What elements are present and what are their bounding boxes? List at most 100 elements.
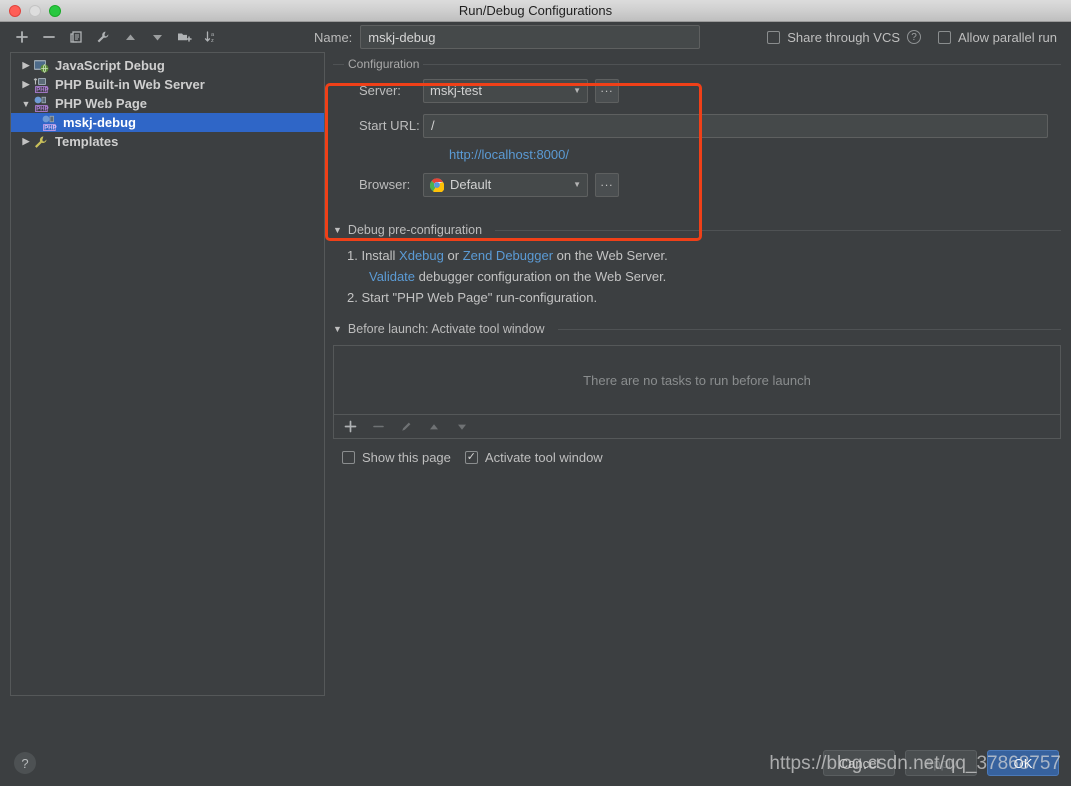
before-launch-task-list[interactable]: There are no tasks to run before launch xyxy=(333,345,1061,415)
server-label: Server: xyxy=(359,83,401,98)
dialog-body: ▶ JavaScript Debug ▶ PHP PHP Built-in We… xyxy=(0,52,1071,740)
configuration-form: Server: mskj-test ▼ ... Start URL: http:… xyxy=(333,58,1061,209)
show-this-page-checkbox[interactable] xyxy=(342,451,355,464)
chevron-down-icon[interactable]: ▼ xyxy=(573,86,581,95)
step1-middle: or xyxy=(447,248,460,263)
step1-suffix: on the Web Server. xyxy=(556,248,668,263)
browser-label: Browser: xyxy=(359,177,411,192)
browser-value: Default xyxy=(450,177,492,192)
cancel-button[interactable]: Cancel xyxy=(823,750,895,776)
activate-tool-window-row[interactable]: Activate tool window xyxy=(464,450,603,465)
start-url-input[interactable] xyxy=(423,113,1048,138)
resolved-url-row: http://localhost:8000/ xyxy=(333,146,1061,164)
move-task-up-icon[interactable] xyxy=(427,421,441,433)
help-button[interactable]: ? xyxy=(14,752,36,774)
edit-templates-wrench-icon[interactable] xyxy=(95,29,111,45)
footer-buttons: Cancel Apply OK xyxy=(823,750,1059,776)
php-web-page-icon: PHP xyxy=(41,115,58,131)
dialog-footer: ? Cancel Apply OK xyxy=(0,740,1071,786)
configuration-name-row: Name: xyxy=(314,25,701,49)
configurations-sidebar: ▶ JavaScript Debug ▶ PHP PHP Built-in We… xyxy=(10,52,325,696)
apply-button[interactable]: Apply xyxy=(905,750,977,776)
sidebar-item-javascript-debug[interactable]: ▶ JavaScript Debug xyxy=(11,56,324,75)
share-through-vcs-checkbox[interactable] xyxy=(767,30,781,44)
debug-step-1-validate: Validate debugger configuration on the W… xyxy=(347,267,1061,287)
before-launch-header[interactable]: ▼ Before launch: Activate tool window xyxy=(333,322,1061,336)
show-this-page-row[interactable]: Show this page xyxy=(342,450,451,465)
sidebar-item-label: mskj-debug xyxy=(63,115,136,130)
activate-tool-window-checkbox[interactable] xyxy=(464,451,478,464)
debug-pre-configuration-header[interactable]: ▼ Debug pre-configuration xyxy=(333,223,1061,237)
resolved-url-link[interactable]: http://localhost:8000/ xyxy=(449,147,569,162)
collapse-arrow-icon[interactable]: ▼ xyxy=(333,225,342,235)
sidebar-item-mskj-debug[interactable]: PHP mskj-debug xyxy=(11,113,324,132)
edit-task-icon[interactable] xyxy=(399,420,413,433)
share-help-icon[interactable]: ? xyxy=(907,30,921,44)
svg-text:PHP: PHP xyxy=(36,106,48,111)
expand-arrow-icon[interactable]: ▶ xyxy=(19,60,33,71)
add-task-icon[interactable] xyxy=(343,420,357,433)
window-titlebar: Run/Debug Configurations xyxy=(0,0,1071,22)
sidebar-item-php-builtin-web-server[interactable]: ▶ PHP PHP Built-in Web Server xyxy=(11,75,324,94)
sidebar-item-label: JavaScript Debug xyxy=(55,58,165,73)
remove-icon[interactable] xyxy=(41,29,57,45)
run-debug-configurations-window: Run/Debug Configurations a z Name: mskj-… xyxy=(0,0,1071,786)
expand-arrow-icon[interactable]: ▶ xyxy=(19,136,33,147)
move-task-down-icon[interactable] xyxy=(455,421,469,433)
zoom-window-icon[interactable] xyxy=(49,4,61,17)
server-select[interactable]: mskj-test ▼ xyxy=(423,78,588,103)
server-browse-button[interactable]: ... xyxy=(595,78,619,103)
chrome-icon xyxy=(429,177,445,193)
share-through-vcs-row[interactable]: Share through VCS ? xyxy=(767,30,921,45)
configurations-toolbar: az xyxy=(14,29,314,45)
activate-tool-window-label: Activate tool window xyxy=(484,450,603,465)
zend-debugger-link[interactable]: Zend Debugger xyxy=(463,248,553,263)
configuration-panel: Configuration Server: mskj-test ▼ ... St… xyxy=(325,52,1061,740)
sidebar-item-templates[interactable]: ▶ Templates xyxy=(11,132,324,151)
chevron-down-icon[interactable]: ▼ xyxy=(573,180,581,189)
browser-row: Browser: Default ▼ ... xyxy=(333,172,1061,197)
debug-pre-configuration-section: ▼ Debug pre-configuration 1. Install Xde… xyxy=(333,223,1061,308)
group-divider xyxy=(333,64,1061,65)
expand-arrow-icon[interactable]: ▶ xyxy=(19,79,33,90)
sidebar-item-label: Templates xyxy=(55,134,119,149)
before-launch-section: ▼ Before launch: Activate tool window Th… xyxy=(333,322,1061,465)
move-down-icon[interactable] xyxy=(149,29,165,45)
debug-step-1: 1. Install Xdebug or Zend Debugger on th… xyxy=(347,246,1061,266)
before-launch-options: Show this page Activate tool window xyxy=(333,450,1061,465)
close-window-icon[interactable] xyxy=(9,4,21,17)
browser-select[interactable]: Default ▼ xyxy=(423,172,588,197)
step1-prefix: 1. Install xyxy=(347,248,396,263)
name-label: Name: xyxy=(314,29,353,45)
allow-parallel-run-row[interactable]: Allow parallel run xyxy=(938,30,1057,45)
sidebar-item-label: PHP Built-in Web Server xyxy=(55,77,205,92)
php-builtin-server-icon: PHP xyxy=(33,77,50,93)
name-input[interactable] xyxy=(360,25,701,49)
allow-parallel-run-checkbox[interactable] xyxy=(938,30,951,44)
svg-text:PHP: PHP xyxy=(44,125,56,130)
remove-task-icon[interactable] xyxy=(371,420,385,433)
window-traffic-lights xyxy=(0,4,61,17)
move-up-icon[interactable] xyxy=(122,29,138,45)
configurations-tree: ▶ JavaScript Debug ▶ PHP PHP Built-in We… xyxy=(11,53,324,151)
php-web-page-icon: PHP xyxy=(33,96,50,112)
server-value: mskj-test xyxy=(430,83,482,98)
xdebug-link[interactable]: Xdebug xyxy=(399,248,444,263)
ok-button[interactable]: OK xyxy=(987,750,1059,776)
sort-alphabetically-icon[interactable]: az xyxy=(203,29,219,45)
collapse-arrow-icon[interactable]: ▼ xyxy=(333,324,342,334)
debug-pre-configuration-title: Debug pre-configuration xyxy=(347,223,483,237)
copy-icon[interactable] xyxy=(68,29,84,45)
validate-link[interactable]: Validate xyxy=(369,269,415,284)
sidebar-item-php-web-page[interactable]: ▼ PHP PHP Web Page xyxy=(11,94,324,113)
collapse-arrow-icon[interactable]: ▼ xyxy=(19,99,33,109)
debug-step-2: 2. Start "PHP Web Page" run-configuratio… xyxy=(347,290,598,305)
add-icon[interactable] xyxy=(14,29,30,45)
browser-browse-button[interactable]: ... xyxy=(595,172,619,197)
new-folder-icon[interactable] xyxy=(176,29,192,45)
debug-pre-configuration-steps: 1. Install Xdebug or Zend Debugger on th… xyxy=(333,237,1061,308)
server-row: Server: mskj-test ▼ ... xyxy=(333,78,1061,103)
start-url-row: Start URL: xyxy=(333,113,1061,138)
minimize-window-icon[interactable] xyxy=(29,4,41,17)
show-this-page-label: Show this page xyxy=(362,450,451,465)
